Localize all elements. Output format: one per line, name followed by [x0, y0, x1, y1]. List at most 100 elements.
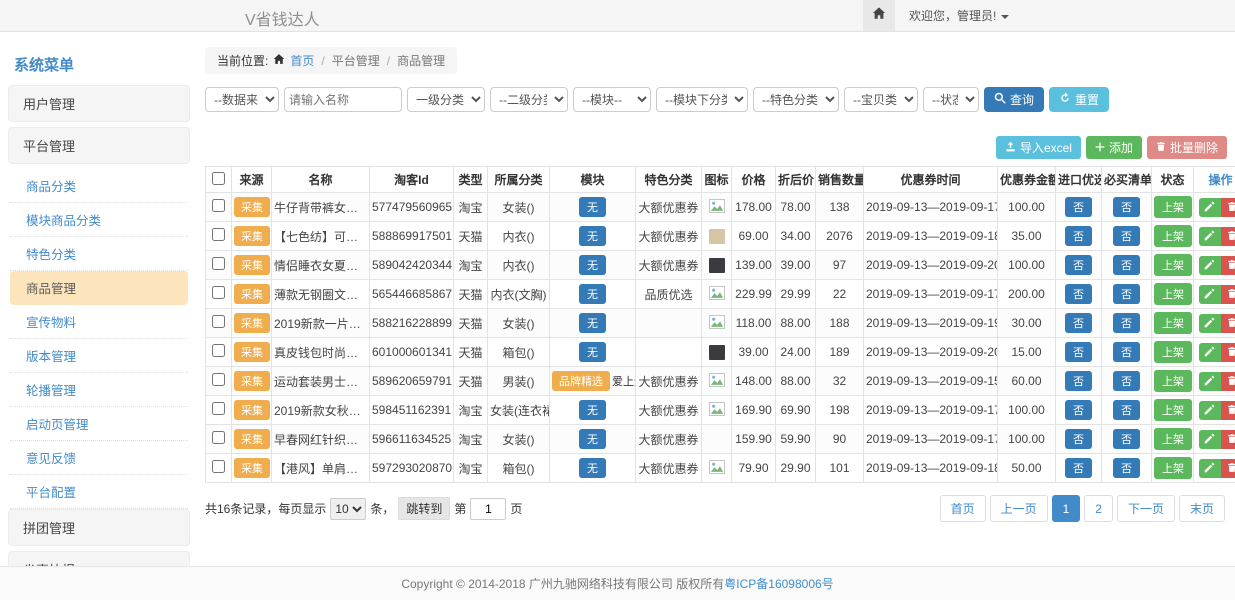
delete-button[interactable] [1221, 285, 1235, 304]
page-button[interactable]: 末页 [1179, 495, 1225, 522]
import-select-toggle[interactable]: 否 [1065, 429, 1092, 449]
filter-select[interactable]: 一级分类 [407, 87, 485, 112]
filter-select[interactable]: --宝贝类型-- [844, 87, 918, 112]
sidebar-item[interactable]: 商品分类 [10, 169, 188, 203]
import-select-toggle[interactable]: 否 [1065, 313, 1092, 333]
page-button[interactable]: 2 [1084, 495, 1113, 522]
sidebar-item[interactable]: 拼团管理 [8, 509, 190, 546]
filter-select[interactable]: --数据来源-- [205, 87, 279, 112]
delete-button[interactable] [1221, 343, 1235, 362]
must-buy-toggle[interactable]: 否 [1113, 400, 1140, 420]
row-checkbox[interactable] [212, 344, 225, 357]
edit-button[interactable] [1199, 401, 1221, 420]
status-button[interactable]: 上架 [1154, 225, 1192, 247]
must-buy-toggle[interactable]: 否 [1113, 371, 1140, 391]
delete-button[interactable] [1221, 314, 1235, 333]
row-checkbox[interactable] [212, 373, 225, 386]
edit-button[interactable] [1199, 314, 1221, 333]
must-buy-toggle[interactable]: 否 [1113, 197, 1140, 217]
sidebar-item[interactable]: 启动页管理 [10, 407, 188, 441]
filter-select[interactable]: --二级分类-- [490, 87, 568, 112]
page-button[interactable]: 下一页 [1117, 495, 1175, 522]
import-select-toggle[interactable]: 否 [1065, 284, 1092, 304]
row-checkbox[interactable] [212, 199, 225, 212]
page-button[interactable]: 上一页 [990, 495, 1048, 522]
status-button[interactable]: 上架 [1154, 254, 1192, 276]
edit-button[interactable] [1199, 285, 1221, 304]
row-checkbox[interactable] [212, 402, 225, 415]
import-select-toggle[interactable]: 否 [1065, 371, 1092, 391]
reset-button[interactable]: 重置 [1049, 87, 1109, 112]
select-all-checkbox[interactable] [212, 172, 225, 185]
name-search-input[interactable] [284, 87, 402, 112]
edit-button[interactable] [1199, 430, 1221, 449]
must-buy-toggle[interactable]: 否 [1113, 313, 1140, 333]
import-excel-button[interactable]: 导入excel [996, 136, 1081, 159]
per-page-select[interactable]: 10 [330, 498, 366, 520]
edit-button[interactable] [1199, 256, 1221, 275]
edit-button[interactable] [1199, 198, 1221, 217]
import-select-toggle[interactable]: 否 [1065, 342, 1092, 362]
user-menu[interactable]: 欢迎您，管理员! [909, 7, 1009, 24]
add-button[interactable]: 添加 [1086, 136, 1142, 159]
must-buy-toggle[interactable]: 否 [1113, 284, 1140, 304]
page-button[interactable]: 1 [1052, 495, 1081, 522]
edit-button[interactable] [1199, 227, 1221, 246]
delete-button[interactable] [1221, 372, 1235, 391]
page-button[interactable]: 首页 [940, 495, 986, 522]
import-select-toggle[interactable]: 否 [1065, 255, 1092, 275]
sidebar-item[interactable]: 平台配置 [10, 475, 188, 509]
sidebar-item[interactable]: 宣传物料 [10, 305, 188, 339]
filter-select[interactable]: --模块下分类-- [656, 87, 748, 112]
sidebar-item[interactable]: 平台管理 [8, 127, 190, 164]
sidebar-item[interactable]: 轮播管理 [10, 373, 188, 407]
delete-button[interactable] [1221, 227, 1235, 246]
breadcrumb-home-link[interactable]: 首页 [290, 52, 314, 69]
delete-button[interactable] [1221, 459, 1235, 478]
status-button[interactable]: 上架 [1154, 457, 1192, 479]
filter-select[interactable]: --状态-- [923, 87, 979, 112]
delete-button[interactable] [1221, 401, 1235, 420]
sidebar-item[interactable]: 模块商品分类 [10, 203, 188, 237]
must-buy-toggle[interactable]: 否 [1113, 458, 1140, 478]
sidebar-item[interactable]: 商品管理 [10, 271, 188, 305]
batch-delete-button[interactable]: 批量删除 [1147, 136, 1227, 159]
row-checkbox[interactable] [212, 315, 225, 328]
import-select-toggle[interactable]: 否 [1065, 226, 1092, 246]
status-button[interactable]: 上架 [1154, 196, 1192, 218]
row-checkbox[interactable] [212, 257, 225, 270]
sidebar-item[interactable]: 用户管理 [8, 85, 190, 122]
must-buy-toggle[interactable]: 否 [1113, 342, 1140, 362]
jump-button[interactable]: 跳转到 [398, 497, 450, 520]
row-checkbox[interactable] [212, 286, 225, 299]
edit-button[interactable] [1199, 372, 1221, 391]
must-buy-toggle[interactable]: 否 [1113, 226, 1140, 246]
import-select-toggle[interactable]: 否 [1065, 197, 1092, 217]
delete-button[interactable] [1221, 198, 1235, 217]
filter-select[interactable]: --模块-- [573, 87, 651, 112]
delete-button[interactable] [1221, 430, 1235, 449]
status-button[interactable]: 上架 [1154, 312, 1192, 334]
row-checkbox[interactable] [212, 460, 225, 473]
must-buy-toggle[interactable]: 否 [1113, 429, 1140, 449]
edit-button[interactable] [1199, 459, 1221, 478]
home-button[interactable] [863, 0, 895, 31]
sidebar-item[interactable]: 版本管理 [10, 339, 188, 373]
status-button[interactable]: 上架 [1154, 428, 1192, 450]
sidebar-item[interactable]: 意见反馈 [10, 441, 188, 475]
status-button[interactable]: 上架 [1154, 399, 1192, 421]
edit-button[interactable] [1199, 343, 1221, 362]
status-button[interactable]: 上架 [1154, 283, 1192, 305]
delete-button[interactable] [1221, 256, 1235, 275]
row-checkbox[interactable] [212, 228, 225, 241]
status-button[interactable]: 上架 [1154, 370, 1192, 392]
must-buy-toggle[interactable]: 否 [1113, 255, 1140, 275]
row-checkbox[interactable] [212, 431, 225, 444]
sidebar-item[interactable]: 特色分类 [10, 237, 188, 271]
import-select-toggle[interactable]: 否 [1065, 400, 1092, 420]
filter-select[interactable]: --特色分类-- [753, 87, 839, 112]
page-number-input[interactable] [470, 498, 506, 520]
search-button[interactable]: 查询 [984, 87, 1044, 112]
import-select-toggle[interactable]: 否 [1065, 458, 1092, 478]
status-button[interactable]: 上架 [1154, 341, 1192, 363]
